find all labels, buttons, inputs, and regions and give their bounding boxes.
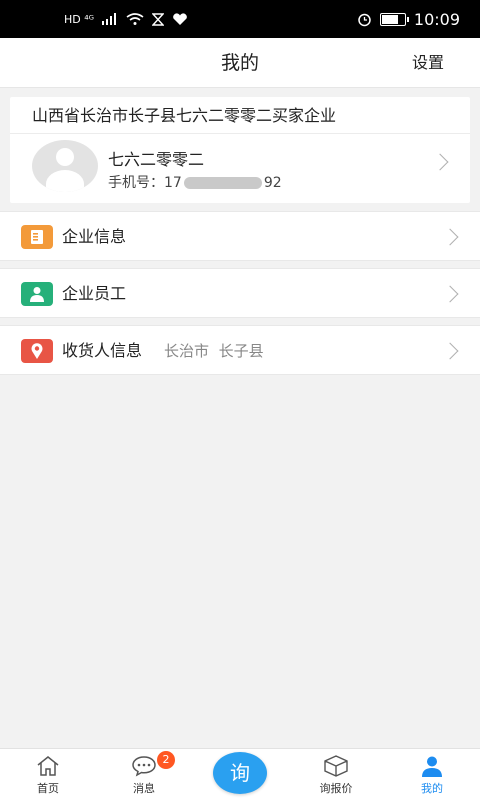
network-status-text: HD ⁴ᴳ [64, 12, 95, 26]
phone-redacted [183, 177, 262, 189]
battery-icon [379, 12, 409, 26]
inquiry-button[interactable]: 询 [213, 752, 267, 794]
package-icon [324, 755, 348, 777]
tab-home[interactable]: 首页 [8, 749, 88, 800]
chevron-right-icon [441, 342, 459, 360]
company-name: 山西省长治市长子县七六二零零二买家企业 [10, 97, 470, 134]
phone-prefix: 手机号：17 [108, 175, 182, 191]
status-right-icons: 10:09 [357, 10, 460, 29]
hourglass-icon [152, 12, 165, 26]
menu-item-employees[interactable]: 企业员工 [0, 268, 480, 318]
nav-bar: 我的 设置 [0, 38, 480, 88]
signal-icon [102, 13, 117, 25]
menu-item-consignee[interactable]: 收货人信息 长治市 长子县 [0, 325, 480, 375]
user-icon [422, 756, 442, 777]
menu-item-label: 企业信息 [62, 227, 127, 246]
heart-rate-icon [173, 12, 187, 25]
phone-suffix: 92 [263, 175, 282, 191]
clock: 10:09 [413, 9, 460, 29]
location-pin-icon [21, 339, 53, 363]
document-icon [21, 225, 53, 249]
avatar [32, 140, 98, 192]
profile-card: 山西省长治市长子县七六二零零二买家企业 七六二零零二 手机号：17 92 [10, 97, 470, 203]
page-title: 我的 [220, 52, 259, 74]
settings-button[interactable]: 设置 [412, 38, 444, 88]
tab-mine[interactable]: 我的 [392, 749, 472, 800]
status-bar: HD ⁴ᴳ 10:09 [0, 0, 480, 38]
messages-badge: 2 [157, 751, 175, 769]
tab-label: 消息 [133, 782, 155, 795]
employee-icon [21, 282, 53, 306]
tab-quote[interactable]: 询报价 [296, 749, 376, 800]
menu-item-label: 企业员工 [62, 284, 127, 303]
consignee-county: 长子县 [218, 342, 264, 360]
tab-label: 我的 [421, 782, 443, 795]
user-info-row[interactable]: 七六二零零二 手机号：17 92 [10, 134, 470, 203]
phone-number: 手机号：17 92 [108, 172, 282, 192]
wifi-icon [126, 13, 144, 25]
status-left-icons: HD ⁴ᴳ [64, 13, 188, 26]
chevron-right-icon [431, 153, 449, 171]
menu-item-company-info[interactable]: 企业信息 [0, 211, 480, 261]
menu-item-label: 收货人信息 [62, 341, 143, 360]
user-name: 七六二零零二 [108, 150, 205, 169]
alarm-icon [358, 13, 371, 26]
tab-label: 询报价 [319, 782, 353, 795]
chevron-right-icon [441, 228, 459, 246]
chevron-right-icon [441, 285, 459, 303]
home-icon [37, 756, 59, 776]
consignee-region: 长治市 长子县 [164, 326, 264, 376]
chat-bubble-icon [132, 756, 156, 777]
consignee-city: 长治市 [164, 342, 210, 360]
tab-label: 首页 [37, 782, 59, 795]
